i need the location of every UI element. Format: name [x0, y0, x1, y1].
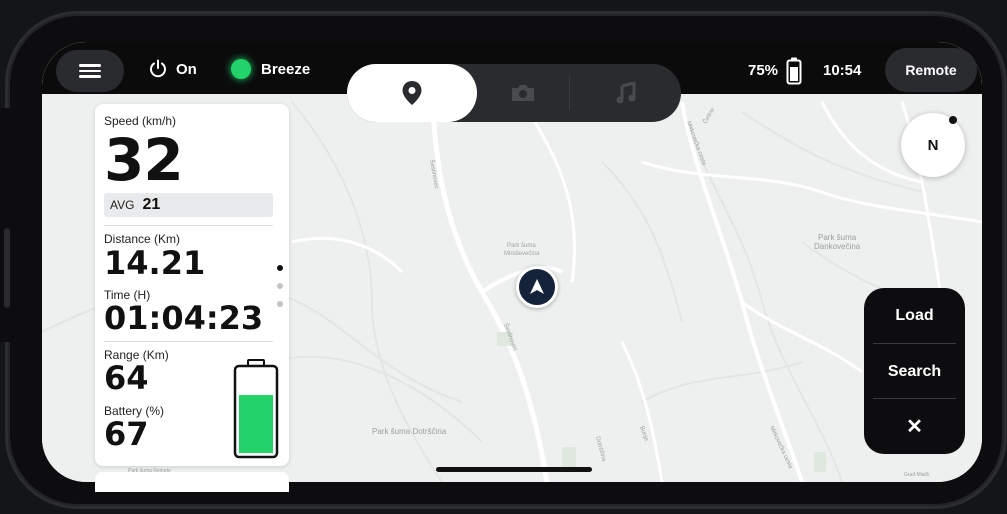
mode-indicator[interactable]: Breeze — [231, 59, 310, 79]
distance-value: 14.21 — [104, 244, 206, 282]
remote-button[interactable]: Remote — [885, 48, 977, 92]
power-toggle[interactable]: On — [148, 59, 197, 79]
search-button[interactable]: Search — [864, 344, 965, 399]
battery-icon — [786, 57, 802, 85]
camera-icon — [512, 85, 534, 101]
map-label: Park šuma — [507, 243, 536, 249]
tab-camera[interactable] — [477, 64, 569, 122]
divider — [104, 341, 273, 342]
map-label: Park šuma Dotrščina — [372, 427, 447, 436]
map-label: Miroševečina — [504, 251, 540, 257]
clock: 10:54 — [823, 62, 862, 79]
power-label: On — [176, 60, 197, 78]
music-note-icon — [616, 82, 635, 104]
stats-panel-next — [95, 472, 289, 492]
menu-button[interactable] — [56, 50, 124, 92]
speed-value: 32 — [104, 126, 184, 194]
compass-indicator-dot — [949, 116, 957, 124]
action-panel: Load Search ✕ — [864, 288, 965, 454]
home-indicator[interactable] — [436, 467, 592, 472]
avg-label: AVG — [110, 198, 135, 212]
tab-music[interactable] — [570, 64, 681, 122]
map-label: Grad Miačk — [904, 472, 930, 478]
page-dot[interactable] — [277, 301, 283, 307]
close-icon: ✕ — [906, 416, 923, 438]
compass-label: N — [927, 136, 939, 154]
battery-value: 67 — [104, 415, 149, 453]
avg-value: 21 — [142, 196, 161, 213]
navigation-arrow-icon — [530, 279, 544, 294]
hamburger-icon — [79, 61, 101, 81]
avg-speed: AVG 21 — [104, 193, 273, 217]
mode-status-dot — [231, 59, 251, 79]
range-value: 64 — [104, 359, 149, 397]
side-button — [4, 228, 10, 308]
current-location-marker[interactable] — [516, 266, 558, 308]
view-tabs — [347, 64, 681, 122]
page-dot-active[interactable] — [277, 265, 283, 271]
divider — [104, 225, 273, 226]
mode-label: Breeze — [261, 60, 311, 78]
time-value: 01:04:23 — [104, 299, 264, 337]
battery-level-icon — [233, 359, 279, 459]
tab-map[interactable] — [347, 64, 477, 122]
map-label: Dankovečina — [814, 242, 861, 251]
battery-percent: 75% — [748, 62, 779, 79]
map-pin-icon — [402, 81, 422, 105]
page-dot[interactable] — [277, 283, 283, 289]
stats-panel: Speed (km/h) 32 AVG 21 Distance (Km) 14.… — [95, 104, 289, 466]
power-icon — [150, 59, 166, 78]
close-button[interactable]: ✕ — [864, 399, 965, 454]
map-label: Park šuma — [818, 233, 857, 242]
compass-button[interactable]: N — [901, 113, 965, 177]
load-button[interactable]: Load — [864, 288, 965, 343]
